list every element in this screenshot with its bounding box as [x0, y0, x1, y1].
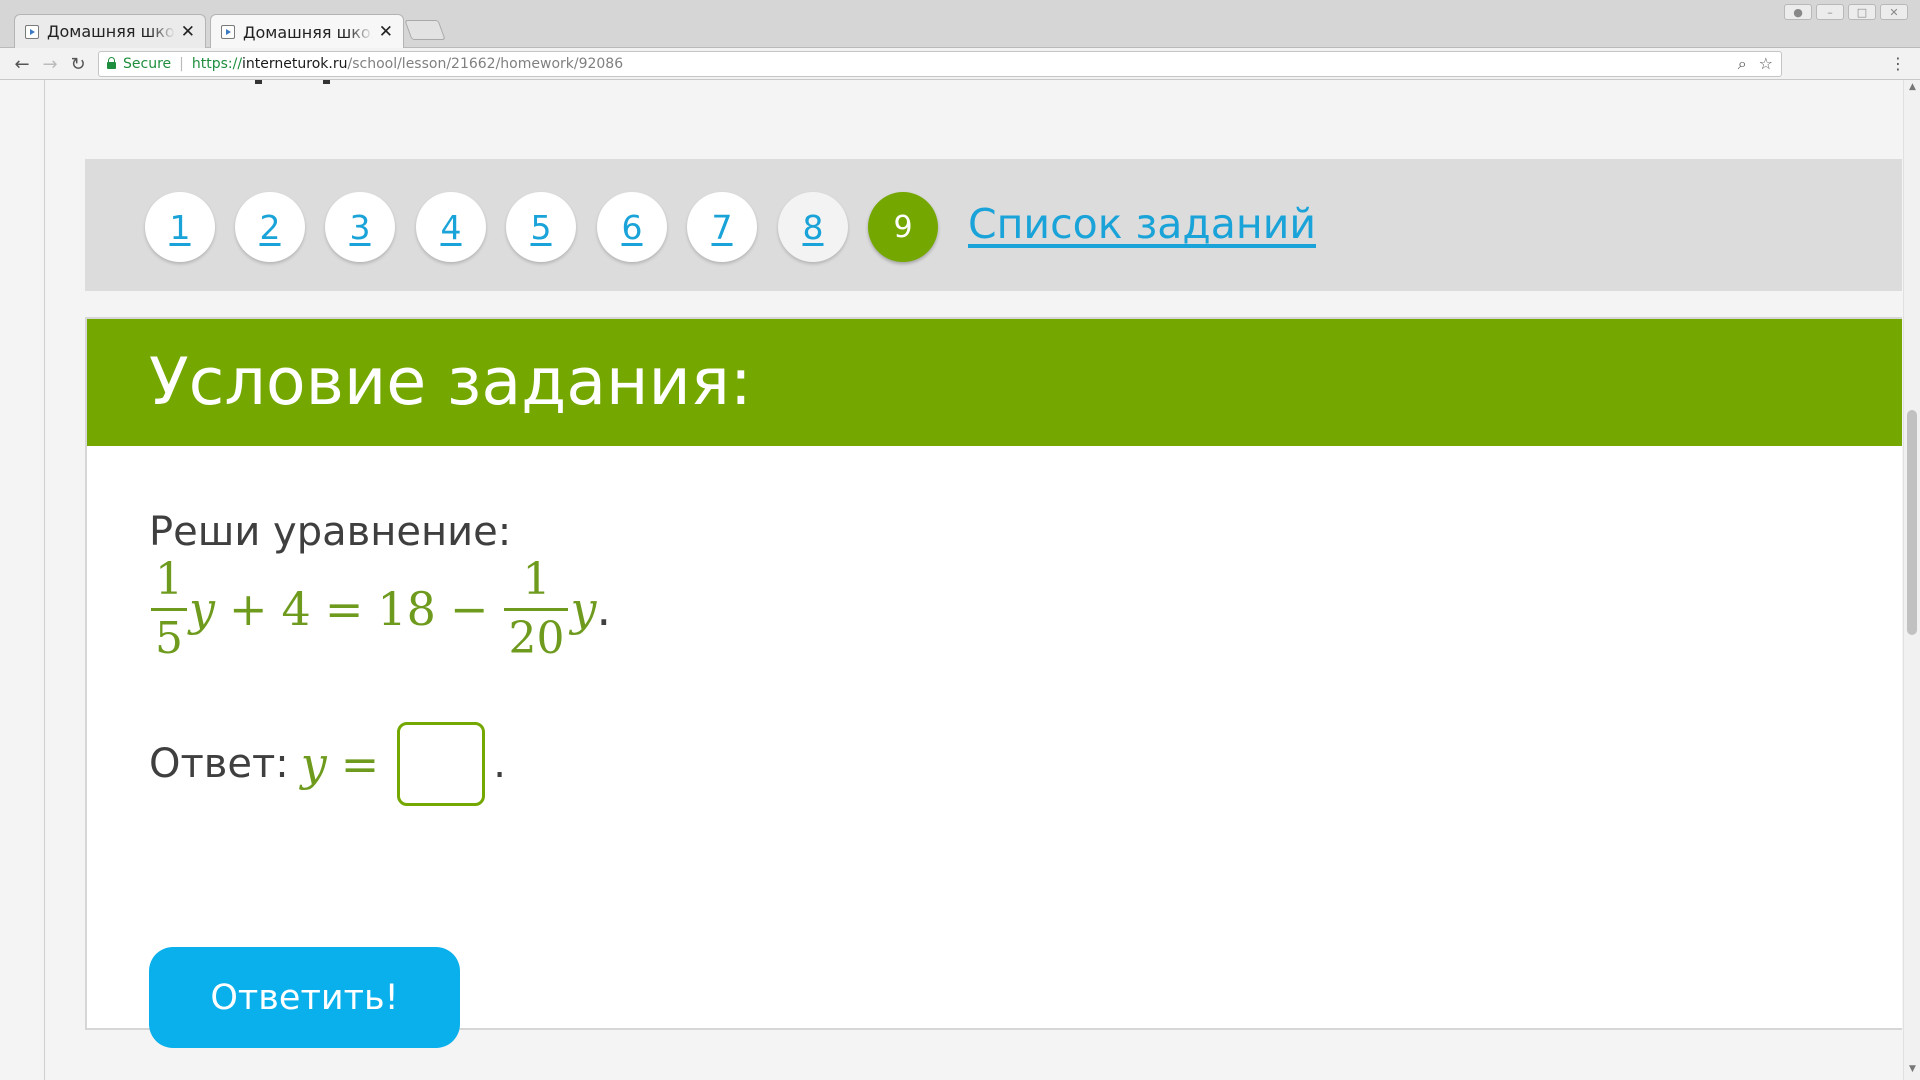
play-favicon-icon — [221, 25, 235, 39]
lock-icon — [107, 57, 116, 69]
task-card: Условие задания: Реши уравнение: 1 5 y +… — [85, 317, 1902, 1048]
zoom-icon[interactable]: ⌕ — [1738, 54, 1747, 74]
scrollbar-thumb[interactable] — [1907, 410, 1917, 635]
equation-period: . — [596, 582, 612, 636]
tab-strip: Домашняя школа ✕ Домашняя школа ✕ ● – □ … — [0, 0, 1920, 49]
minimize-icon[interactable]: – — [1816, 4, 1844, 20]
url-scheme: https:// — [191, 56, 243, 72]
question-button-6[interactable]: 6 — [597, 192, 667, 262]
answer-row: Ответ: y = . — [149, 722, 506, 806]
back-arrow-icon[interactable]: ← — [10, 52, 34, 76]
question-button-4[interactable]: 4 — [416, 192, 486, 262]
close-tab-icon[interactable]: ✕ — [379, 22, 393, 42]
answer-variable-y: y — [300, 737, 327, 791]
question-button-1[interactable]: 1 — [145, 192, 215, 262]
url-path: /school/lesson/21662/homework/92086 — [347, 56, 624, 72]
task-list-link[interactable]: Список заданий — [968, 200, 1316, 248]
menu-icon[interactable]: ⋮ — [1890, 54, 1906, 73]
fraction-bar — [151, 607, 187, 611]
submit-answer-button[interactable]: Ответить! — [149, 947, 460, 1048]
scroll-up-arrow-icon[interactable]: ▲ — [1904, 82, 1920, 92]
fraction-numerator: 1 — [155, 553, 183, 605]
secure-label: Secure — [123, 56, 172, 72]
new-tab-button[interactable] — [404, 20, 446, 40]
answer-label: Ответ: — [149, 741, 289, 787]
question-button-3[interactable]: 3 — [325, 192, 395, 262]
number-eighteen: 18 — [377, 582, 436, 636]
fraction-one-twentieth: 1 20 — [504, 553, 569, 664]
profile-icon[interactable]: ● — [1784, 4, 1812, 20]
url-host: interneturok.ru — [242, 56, 348, 72]
browser-tab-2[interactable]: Домашняя школа ✕ — [210, 14, 404, 49]
reload-icon[interactable]: ↻ — [66, 52, 90, 76]
vertical-scrollbar[interactable]: ▲ ▼ — [1903, 80, 1920, 1080]
fraction-denominator: 20 — [508, 612, 565, 664]
page-border — [44, 80, 45, 1080]
equals-sign: = — [324, 582, 364, 636]
tab-title: Домашняя школа — [47, 22, 175, 41]
forward-arrow-icon[interactable]: → — [38, 52, 62, 76]
browser-toolbar: ← → ↻ Secure | https:// interneturok.ru … — [0, 48, 1920, 80]
window-controls: ● – □ ✕ — [1784, 4, 1908, 20]
question-button-2[interactable]: 2 — [235, 192, 305, 262]
answer-equals-sign: = — [340, 737, 380, 791]
answer-period: . — [493, 741, 507, 787]
number-four: 4 — [281, 582, 311, 636]
question-button-5[interactable]: 5 — [506, 192, 576, 262]
play-favicon-icon — [25, 24, 39, 39]
variable-y: y — [570, 582, 597, 636]
variable-y: y — [189, 582, 215, 636]
question-button-8[interactable]: 8 — [778, 192, 848, 262]
browser-tab-1[interactable]: Домашняя школа ✕ — [14, 14, 206, 48]
close-tab-icon[interactable]: ✕ — [181, 22, 195, 42]
browser-chrome: Домашняя школа ✕ Домашняя школа ✕ ● – □ … — [0, 0, 1920, 80]
divider: | — [179, 56, 184, 72]
plus-sign: + — [229, 582, 268, 636]
cut-off-content — [255, 80, 335, 84]
bookmark-star-icon[interactable]: ☆ — [1759, 54, 1773, 74]
close-window-icon[interactable]: ✕ — [1880, 4, 1908, 20]
question-button-7[interactable]: 7 — [687, 192, 757, 262]
tab-title: Домашняя школа — [243, 22, 373, 42]
fraction-one-fifth: 1 5 — [151, 553, 187, 664]
task-title: Условие задания: — [149, 345, 752, 420]
fraction-numerator: 1 — [522, 553, 551, 605]
address-bar[interactable]: Secure | https:// interneturok.ru /schoo… — [98, 51, 1782, 77]
omnibox-icons: ⌕ ☆ — [1738, 54, 1773, 74]
maximize-icon[interactable]: □ — [1848, 4, 1876, 20]
fraction-bar — [504, 607, 569, 611]
minus-sign: − — [449, 582, 489, 636]
question-button-9-current[interactable]: 9 — [868, 192, 938, 262]
page-viewport: 1 2 3 4 5 6 7 8 9 Список заданий Условие… — [0, 80, 1920, 1080]
answer-input[interactable] — [397, 722, 486, 806]
task-card-header: Условие задания: — [87, 319, 1902, 446]
scroll-down-arrow-icon[interactable]: ▼ — [1904, 1064, 1920, 1074]
equation: 1 5 y + 4 = 18 − 1 20 y . — [149, 549, 611, 669]
fraction-denominator: 5 — [155, 612, 183, 664]
